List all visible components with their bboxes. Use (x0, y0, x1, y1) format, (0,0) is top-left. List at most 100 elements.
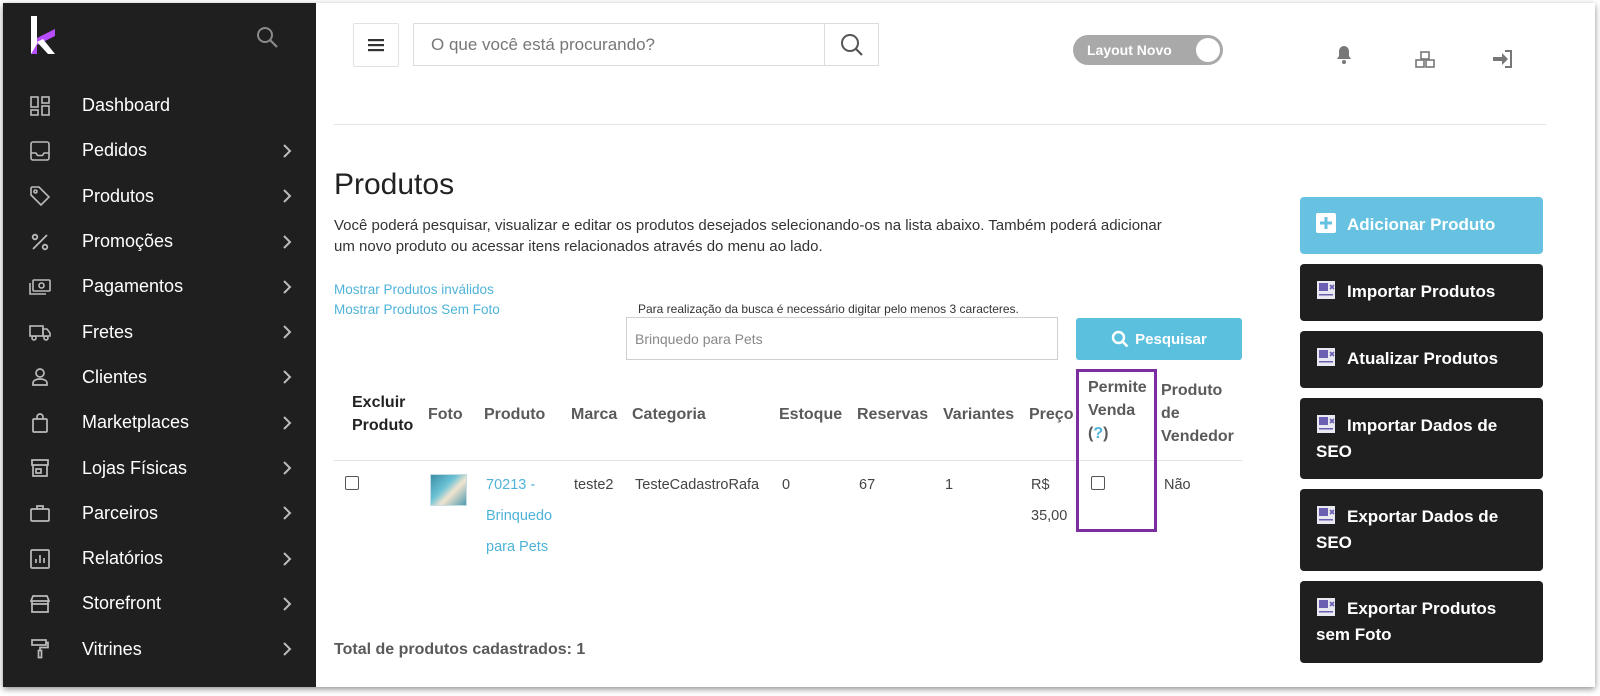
product-link[interactable]: 70213 - Brinquedo para Pets (486, 470, 552, 563)
import-products-button[interactable]: Importar Produtos (1300, 264, 1543, 321)
import-products-label: Importar Produtos (1347, 282, 1496, 301)
chevron-right-icon (283, 416, 292, 430)
col-header-marca: Marca (571, 406, 618, 423)
cubes-button[interactable] (1414, 49, 1436, 71)
chevron-right-icon (283, 506, 292, 521)
export-seo-label: Exportar Dados de SEO (1316, 507, 1499, 552)
user-icon (29, 366, 51, 388)
menu-toggle-button[interactable] (353, 23, 399, 67)
col-header-produto: Produto (484, 406, 546, 423)
sidebar-menu: Dashboard Pedidos Produtos Promoções Pag… (3, 83, 316, 672)
notifications-button[interactable] (1333, 44, 1355, 66)
import-seo-button[interactable]: Importar Dados de SEO (1300, 398, 1543, 479)
app-window: Dashboard Pedidos Produtos Promoções Pag… (3, 3, 1595, 687)
sidebar-item-label: Parceiros (82, 502, 159, 523)
add-product-label: Adicionar Produto (1347, 215, 1496, 234)
product-search-input[interactable] (626, 317, 1058, 360)
search-hint: Para realização da busca é necessário di… (638, 302, 1019, 316)
product-link-line: para Pets (486, 539, 549, 555)
import-seo-label: Importar Dados de SEO (1316, 416, 1498, 461)
show-invalid-products-link[interactable]: Mostrar Produtos inválidos (334, 282, 494, 297)
export-no-photo-button[interactable]: Exportar Produtos sem Foto (1300, 581, 1543, 663)
chevron-right-icon (283, 280, 292, 294)
plus-square-icon (1316, 213, 1336, 233)
sidebar-item-storefront[interactable]: Storefront (3, 581, 316, 626)
cell-produto-vendedor: Não (1164, 477, 1191, 493)
col-header-reservas: Reservas (857, 406, 929, 423)
divider (334, 124, 1546, 125)
storefront-icon (29, 593, 51, 615)
sidebar-item-produtos[interactable]: Produtos (3, 174, 316, 219)
header-line: de (1161, 405, 1180, 422)
global-search-button[interactable] (824, 24, 878, 65)
header-line: Vendedor (1161, 428, 1234, 445)
sidebar: Dashboard Pedidos Produtos Promoções Pag… (3, 3, 316, 687)
sidebar-item-label: Clientes (82, 366, 148, 387)
bell-icon (1337, 46, 1351, 64)
search-icon (1111, 330, 1129, 348)
sidebar-item-fretes[interactable]: Fretes (3, 309, 316, 354)
sidebar-item-relatorios[interactable]: Relatórios (3, 536, 316, 581)
chevron-right-icon (283, 551, 292, 566)
excel-icon (1317, 598, 1335, 616)
global-search (413, 23, 879, 66)
cell-reservas: 67 (859, 477, 876, 493)
sidebar-item-lojas-fisicas[interactable]: Lojas Físicas (3, 445, 316, 490)
layout-toggle[interactable]: Layout Novo (1073, 35, 1223, 65)
global-search-input[interactable] (414, 24, 824, 65)
col-header-variantes: Variantes (943, 406, 1015, 423)
sidebar-item-vitrines[interactable]: Vitrines (3, 627, 316, 672)
add-product-button[interactable]: Adicionar Produto (1300, 197, 1543, 254)
sidebar-item-parceiros[interactable]: Parceiros (3, 491, 316, 536)
dashboard-icon (29, 95, 51, 117)
export-seo-button[interactable]: Exportar Dados de SEO (1300, 489, 1543, 571)
product-link-line: Brinquedo (486, 508, 553, 524)
sidebar-item-pagamentos[interactable]: Pagamentos (3, 264, 316, 309)
chevron-right-icon (283, 461, 292, 475)
price-line: 35,00 (1031, 508, 1068, 524)
search-button[interactable]: Pesquisar (1076, 318, 1242, 360)
delete-product-checkbox[interactable] (345, 476, 359, 490)
show-products-without-photo-link[interactable]: Mostrar Produtos Sem Foto (334, 302, 500, 317)
sidebar-item-label: Dashboard (82, 95, 171, 116)
col-header-preco: Preço (1029, 406, 1074, 423)
permite-venda-highlight (1076, 369, 1157, 532)
layout-toggle-label: Layout Novo (1087, 42, 1172, 58)
logout-button[interactable] (1491, 48, 1513, 70)
cell-estoque: 0 (782, 477, 791, 493)
sidebar-item-label: Storefront (82, 593, 162, 614)
product-link-line: 70213 - (486, 477, 536, 493)
search-icon (840, 33, 863, 56)
excel-icon (1317, 506, 1335, 524)
sidebar-item-clientes[interactable]: Clientes (3, 355, 316, 400)
col-header-categoria: Categoria (632, 406, 706, 423)
header-line: Produto (1161, 382, 1223, 399)
inbox-icon (29, 140, 51, 162)
cubes-icon (1415, 51, 1435, 68)
cell-categoria: TesteCadastroRafa (635, 477, 760, 493)
store-icon (29, 457, 51, 479)
col-header-excluir: Excluir Produto (352, 391, 413, 437)
update-products-button[interactable]: Atualizar Produtos (1300, 331, 1543, 388)
sidebar-item-label: Fretes (82, 321, 134, 342)
sidebar-item-label: Pagamentos (82, 276, 184, 297)
sidebar-item-marketplaces[interactable]: Marketplaces (3, 400, 316, 445)
product-thumbnail[interactable] (430, 474, 467, 506)
chevron-right-icon (283, 370, 292, 385)
sidebar-item-label: Vitrines (82, 638, 142, 659)
update-products-label: Atualizar Produtos (1347, 349, 1499, 368)
sidebar-item-dashboard[interactable]: Dashboard (3, 83, 316, 128)
chevron-right-icon (283, 642, 292, 656)
search-icon[interactable] (255, 25, 279, 49)
sidebar-item-label: Pedidos (82, 140, 148, 161)
percent-icon (29, 231, 51, 253)
page-title: Produtos (334, 168, 455, 201)
sidebar-item-pedidos[interactable]: Pedidos (3, 128, 316, 173)
sidebar-item-label: Produtos (82, 185, 155, 206)
col-header-foto: Foto (428, 406, 463, 423)
col-header-estoque: Estoque (779, 406, 843, 423)
sidebar-item-promocoes[interactable]: Promoções (3, 219, 316, 264)
chevron-right-icon (283, 144, 292, 158)
kyte-logo[interactable] (29, 16, 57, 54)
tag-icon (29, 185, 51, 207)
